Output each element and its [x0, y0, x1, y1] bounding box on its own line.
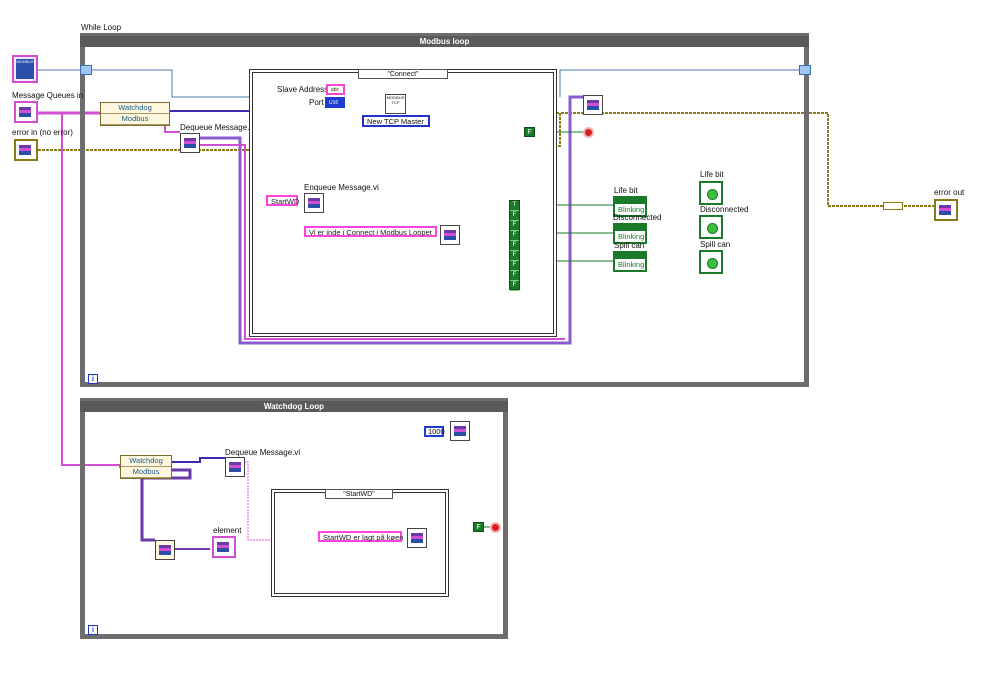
watchdog-unbundle-by-name[interactable]: Watchdog Modbus — [120, 455, 172, 479]
disconnected-led[interactable] — [699, 215, 723, 239]
bool-array-item: F — [510, 281, 519, 291]
life-bit-led-label: Life bit — [700, 170, 724, 179]
unbundle-field-modbus[interactable]: Modbus — [101, 114, 169, 125]
port-label: Port — [309, 98, 324, 107]
slave-address-label: Slave Address — [277, 85, 329, 94]
modbus-icon: MODBUS — [16, 59, 34, 79]
tcp-master-vi[interactable]: MODBUS TCP — [385, 94, 406, 114]
watchdog-stop-constant[interactable]: F — [473, 522, 484, 532]
error-out-indicator[interactable] — [934, 199, 958, 221]
slave-address-control[interactable]: abc — [326, 84, 345, 95]
element-indicator[interactable] — [212, 536, 236, 558]
shift-register-right[interactable] — [799, 65, 811, 75]
wait-ms-vi[interactable] — [450, 421, 470, 441]
modbus-iteration-terminal: i — [88, 374, 98, 384]
startwd-constant[interactable]: StartWD — [266, 195, 299, 206]
disconnected-led-label: Disconnected — [700, 205, 749, 214]
modbus-case-selector[interactable]: "Connect" — [358, 69, 448, 79]
wd-message-constant[interactable]: StartWD er lagt på køen — [318, 531, 403, 542]
modbus-stop-terminal[interactable] — [583, 127, 594, 138]
dequeue-label: Dequeue Message.vi — [180, 123, 256, 132]
spill-can-property: Blinking — [618, 260, 645, 269]
dequeue-message-vi[interactable] — [180, 133, 200, 153]
message-queues-label: Message Queues in — [12, 91, 84, 100]
modbus-stop-constant[interactable]: F — [524, 127, 535, 137]
message-constant[interactable]: Vi er inde i Connect i Modbus Loopet — [304, 226, 437, 237]
wd-dequeue-message-vi[interactable] — [225, 457, 245, 477]
error-merge-node[interactable] — [883, 202, 903, 210]
watchdog-case-selector[interactable]: "StartWD" — [325, 489, 393, 499]
wd-dequeue-label: Dequeue Message.vi — [225, 448, 301, 457]
port-control[interactable]: U16 — [325, 97, 345, 108]
error-out-label: error out — [934, 188, 965, 197]
disconnected-label: Disconnected — [613, 213, 662, 222]
spill-can-property-node[interactable]: Blinking — [613, 251, 647, 272]
enqueue-message-vi[interactable] — [304, 193, 324, 213]
bool-array-item: F — [510, 271, 519, 281]
while-loop-label: While Loop — [81, 23, 122, 32]
close-modbus-vi[interactable] — [583, 95, 603, 115]
spill-can-led-label: Spill can — [700, 240, 731, 249]
wd-one-button-dialog-vi[interactable] — [407, 528, 427, 548]
one-button-dialog-vi[interactable] — [440, 225, 460, 245]
life-bit-led[interactable] — [699, 181, 723, 205]
modbus-unbundle-by-name[interactable]: Watchdog Modbus — [100, 102, 170, 126]
watchdog-stop-terminal[interactable] — [490, 522, 501, 533]
enqueue-label: Enqueue Message.vi — [304, 183, 379, 192]
tcp-master-enum[interactable]: New TCP Master — [362, 115, 430, 127]
bool-array-item: F — [510, 241, 519, 251]
spill-can-led[interactable] — [699, 250, 723, 274]
shift-register-left[interactable] — [80, 65, 92, 75]
element-label: element — [213, 526, 242, 535]
bool-array-item: F — [510, 261, 519, 271]
unbundle-field-modbus[interactable]: Modbus — [121, 467, 171, 478]
watchdog-iteration-terminal: i — [88, 625, 98, 635]
error-in-control[interactable] — [14, 139, 38, 161]
spill-can-label: Spill can — [614, 241, 645, 250]
watchdog-loop-vi[interactable] — [155, 540, 175, 560]
life-bit-label: Life bit — [614, 186, 638, 195]
boolean-array-constant[interactable]: T F F F F F F F F — [509, 200, 520, 291]
unbundle-field-watchdog[interactable]: Watchdog — [121, 456, 171, 467]
modbus-refnum-control[interactable]: MODBUS — [12, 55, 38, 83]
modbus-loop-title: Modbus loop — [80, 36, 809, 47]
bool-array-item: F — [510, 221, 519, 231]
watchdog-loop-title: Watchdog Loop — [80, 401, 508, 412]
unbundle-field-watchdog[interactable]: Watchdog — [101, 103, 169, 114]
message-queues-control[interactable] — [14, 101, 38, 123]
bool-array-item: T — [510, 201, 519, 211]
bool-array-item: F — [510, 211, 519, 221]
error-in-label: error in (no error) — [12, 128, 73, 137]
bool-array-item: F — [510, 231, 519, 241]
wait-ms-constant[interactable]: 1000 — [424, 426, 445, 437]
bool-array-item: F — [510, 251, 519, 261]
